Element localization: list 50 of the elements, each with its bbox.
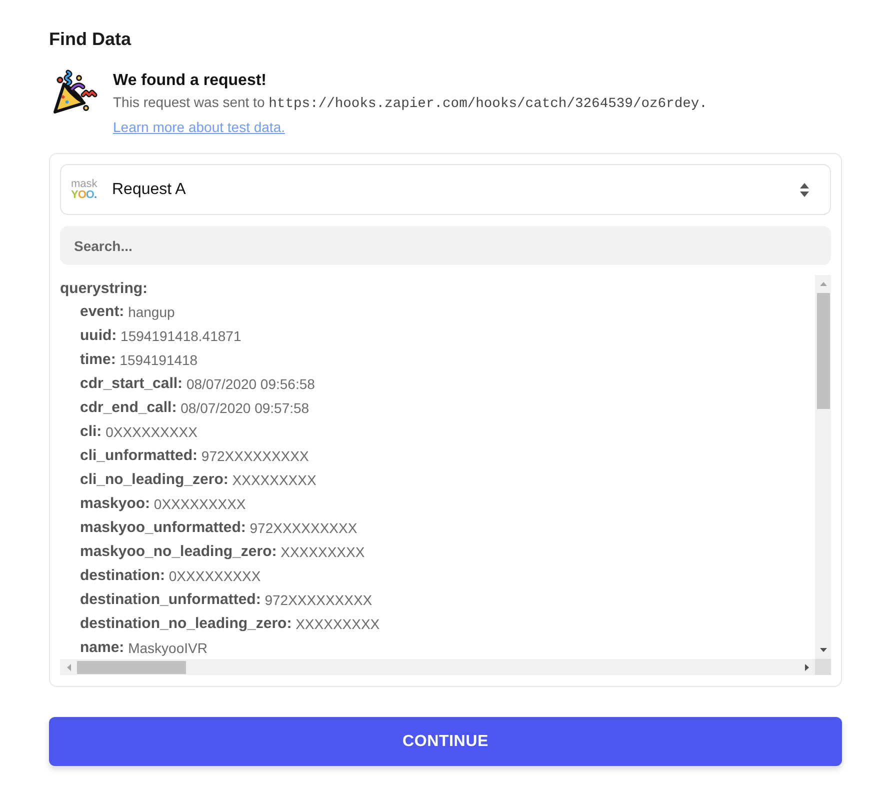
data-key: uuid: [80,327,117,344]
data-value: 972XXXXXXXXX [264,592,372,608]
horizontal-scrollbar[interactable] [60,659,815,675]
data-value: XXXXXXXXX [280,544,365,560]
scrollbar-thumb[interactable] [816,293,830,409]
data-key: maskyoo_no_leading_zero: [80,543,277,560]
notice-text: This request was sent to https://hooks.zapier.com/hooks/catch/3264539/oz6rdey. Learn more about test data. [113,93,708,137]
data-key: destination_unformatted: [80,591,261,608]
data-value: XXXXXXXXX [232,472,316,488]
data-key: maskyoo_unformatted: [80,519,246,536]
data-value: hangup [128,304,175,320]
data-key: cdr_end_call: [80,399,177,416]
left-arrow-icon[interactable] [66,664,70,670]
data-key: cdr_start_call: [80,375,183,392]
page-title: Find Data [49,28,132,50]
right-arrow-icon[interactable] [804,664,808,670]
data-value: 0XXXXXXXXX [154,496,246,512]
vertical-scrollbar[interactable] [815,275,831,659]
data-key: event: [80,303,124,320]
data-value: 972XXXXXXXXX [201,448,309,464]
scrollbar-corner [815,659,831,675]
data-key: name: [80,639,124,656]
data-key: querystring: [60,280,148,297]
party-popper-icon [53,69,99,115]
up-arrow-icon[interactable] [820,282,826,286]
request-dropdown[interactable]: mask YOO. Request A [60,164,831,215]
app-logo: mask YOO. [71,178,98,200]
data-key: time: [80,351,116,368]
learn-more-link[interactable]: Learn more about test data. [113,119,285,135]
continue-button[interactable]: CONTINUE [49,717,842,766]
data-key: destination_no_leading_zero: [80,615,292,632]
data-value: 972XXXXXXXXX [250,520,358,536]
data-value: XXXXXXXXX [296,616,380,632]
data-key: cli_unformatted: [80,447,198,464]
sort-arrows-icon [800,182,809,196]
data-value: 0XXXXXXXXX [106,424,198,440]
data-value: 08/07/2020 09:56:58 [186,376,315,392]
data-value: 0XXXXXXXXX [168,568,261,584]
data-key: destination: [80,567,165,584]
search-field[interactable]: Search... [60,226,831,265]
down-arrow-icon[interactable] [820,648,826,652]
data-key: maskyoo: [80,495,150,512]
data-key: cli_no_leading_zero: [80,471,228,488]
data-value: MaskyooIVR [128,640,208,656]
data-value: 1594191418 [120,352,198,368]
notice-title: We found a request! [113,71,268,91]
data-key: cli: [80,423,102,440]
data-value: 1594191418.41871 [120,328,242,344]
data-value: 08/07/2020 09:57:58 [180,400,310,416]
scrollbar-thumb[interactable] [77,660,186,674]
